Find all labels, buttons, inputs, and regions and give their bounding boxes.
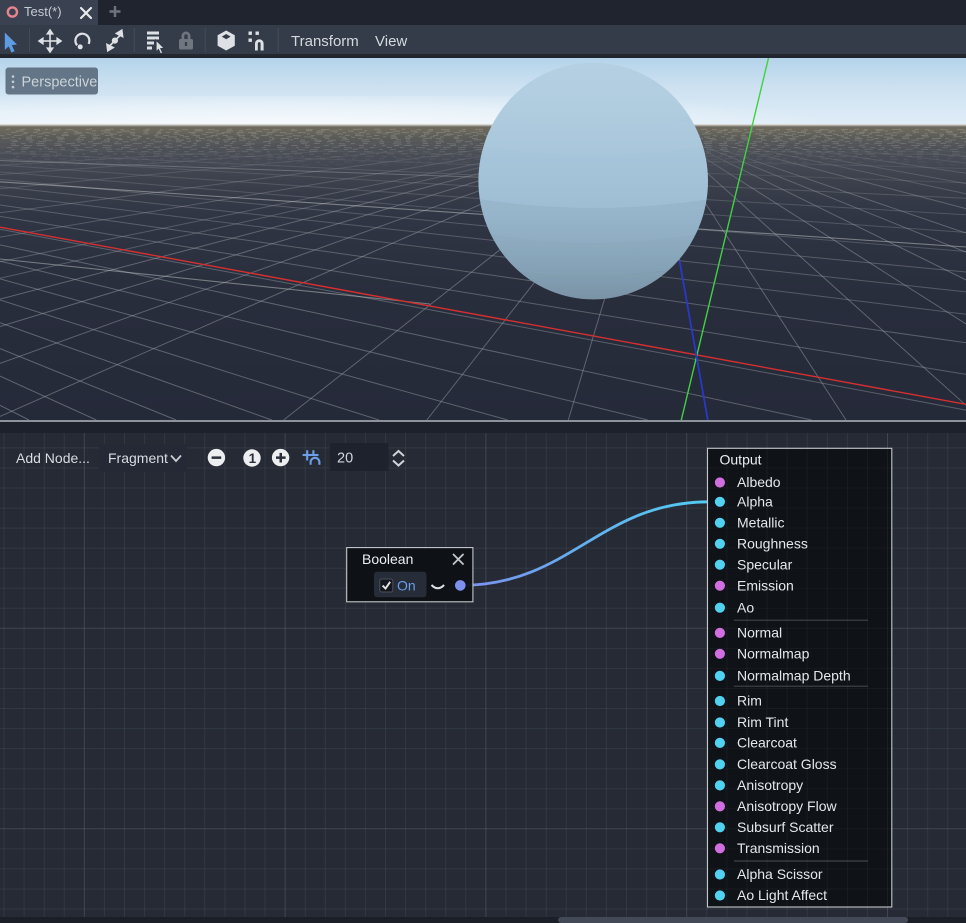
svg-text:On: On [397,578,416,594]
svg-text:Normalmap Depth: Normalmap Depth [737,668,851,684]
svg-text:Subsurf Scatter: Subsurf Scatter [737,819,834,835]
svg-text:Output: Output [720,451,762,467]
svg-text:Transmission: Transmission [737,840,820,856]
svg-text:Clearcoat Gloss: Clearcoat Gloss [737,756,837,772]
svg-text:Albedo: Albedo [737,474,781,490]
svg-text:Specular: Specular [737,556,793,572]
svg-text:Roughness: Roughness [737,536,808,552]
svg-text:1: 1 [249,451,257,466]
svg-text:20: 20 [337,451,353,467]
svg-text:Clearcoat: Clearcoat [737,735,797,751]
svg-text:Metallic: Metallic [737,515,784,531]
svg-text:Normal: Normal [737,625,782,641]
svg-text:Perspective: Perspective [22,75,98,91]
svg-text:Alpha Scissor: Alpha Scissor [737,866,823,882]
svg-text:Ao Light Affect: Ao Light Affect [737,887,827,903]
svg-text:Alpha: Alpha [737,494,773,510]
svg-text:Boolean: Boolean [362,551,413,567]
svg-text:Emission: Emission [737,577,794,593]
svg-text:Anisotropy: Anisotropy [737,777,803,793]
svg-text:Rim Tint: Rim Tint [737,714,788,730]
svg-text:Normalmap: Normalmap [737,646,810,662]
svg-text:Ao: Ao [737,599,754,615]
svg-text:Rim: Rim [737,693,762,709]
svg-text:Anisotropy Flow: Anisotropy Flow [737,798,837,814]
